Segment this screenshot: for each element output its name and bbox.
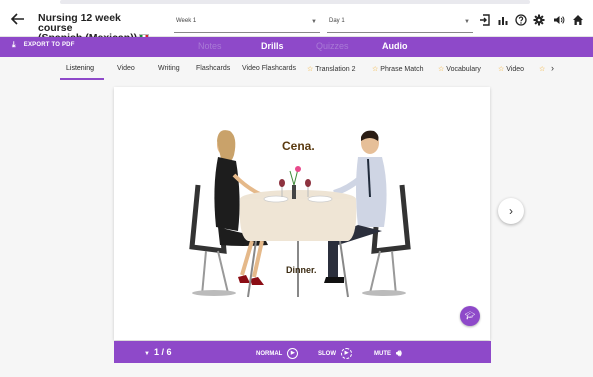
tab-audio[interactable]: Audio [382, 41, 408, 51]
dinner-scene-illustration [189, 130, 411, 298]
star-icon: ☆ [539, 66, 546, 73]
normal-label: NORMAL [256, 350, 283, 357]
subtab-video[interactable]: Video [117, 65, 135, 72]
mute-label: MUTE [374, 350, 391, 357]
tab-drills[interactable]: Drills [261, 41, 284, 51]
subtab-video-starred[interactable]: ☆ Video [498, 65, 524, 73]
subtab-label: Phrase Match [380, 66, 424, 73]
week-select-value: Week 1 [176, 18, 197, 24]
day-select[interactable]: Day 1 ▼ [327, 17, 473, 33]
speaker-icon: 🔊︎ [396, 348, 402, 358]
app-page: Nursing 12 week course (Spanish (Mexican… [0, 0, 593, 377]
phrase-text: Cena. [282, 139, 315, 153]
top-bar: Nursing 12 week course (Spanish (Mexican… [0, 0, 593, 43]
subtab-label: Video [506, 66, 525, 73]
play-icon: ▶ [287, 348, 299, 359]
next-card-button[interactable]: › [498, 198, 524, 224]
subtab-flashcards[interactable]: Flashcards [196, 65, 230, 72]
subtab-translation-2[interactable]: ☆ Translation 2 [307, 65, 356, 73]
chevron-right-icon[interactable]: › [551, 63, 554, 73]
slow-play-icon: ▶ [341, 348, 352, 359]
exit-icon[interactable] [479, 14, 491, 26]
week-select[interactable]: Week 1 ▼ [174, 17, 320, 33]
chevron-down-icon: ▼ [464, 19, 470, 25]
active-tab-indicator [60, 78, 104, 80]
caret-down-icon: ▼ [144, 351, 150, 357]
subtab-label: Vocabulary [446, 66, 481, 73]
export-to-pdf-button[interactable]: ⤓ EXPORT TO PDF [12, 41, 75, 49]
subtab-writing[interactable]: Writing [158, 65, 180, 72]
subtab-listening[interactable]: Listening [66, 65, 94, 72]
day-select-value: Day 1 [329, 18, 345, 24]
graduation-cap-button[interactable]: 🎓︎ [460, 306, 480, 326]
slow-speed-button[interactable]: SLOW ▶ [318, 348, 352, 359]
course-title-line1: Nursing 12 week course [38, 12, 121, 34]
bar-chart-icon[interactable] [497, 14, 509, 26]
export-label: EXPORT TO PDF [23, 42, 75, 48]
volume-icon[interactable] [553, 14, 565, 26]
help-icon[interactable] [515, 14, 527, 26]
star-icon: ☆ [307, 66, 314, 73]
tab-notes[interactable]: Notes [198, 41, 222, 51]
drill-card: Cena. Dinner. [114, 87, 490, 340]
subtab-video-flashcards[interactable]: Video Flashcards [242, 65, 296, 72]
slow-label: SLOW [318, 350, 336, 357]
gear-icon[interactable] [533, 14, 545, 26]
chevron-right-icon: › [509, 204, 513, 218]
audio-player-bar: ▼ 1 / 6 NORMAL ▶ SLOW ▶ MUTE 🔊︎ [114, 341, 491, 363]
subtab-phrase-match[interactable]: ☆ Phrase Match [372, 65, 423, 73]
top-scroll-strip [60, 0, 530, 4]
tab-quizzes[interactable]: Quizzes [316, 41, 349, 51]
download-icon: ⤓ [12, 40, 16, 49]
subtab-label: Translation 2 [315, 66, 356, 73]
main-nav-bar: ⤓ EXPORT TO PDF Notes Drills Quizzes Aud… [0, 37, 593, 57]
page-selector[interactable]: ▼ 1 / 6 [144, 347, 171, 357]
home-icon[interactable] [572, 14, 584, 26]
star-icon: ☆ [438, 66, 445, 73]
star-icon: ☆ [372, 66, 379, 73]
subtab-vocabulary[interactable]: ☆ Vocabulary [438, 65, 481, 73]
page-indicator: 1 / 6 [153, 347, 172, 357]
mute-button[interactable]: MUTE 🔊︎ [374, 348, 402, 359]
chevron-down-icon: ▼ [311, 19, 317, 25]
normal-speed-button[interactable]: NORMAL ▶ [256, 348, 299, 359]
star-icon: ☆ [498, 66, 505, 73]
drill-tabs: Listening Video Writing Flashcards Video… [0, 57, 593, 81]
subtab-more[interactable]: ☆ [539, 65, 547, 73]
back-arrow-icon[interactable] [10, 11, 26, 27]
translation-text: Dinner. [286, 265, 317, 275]
